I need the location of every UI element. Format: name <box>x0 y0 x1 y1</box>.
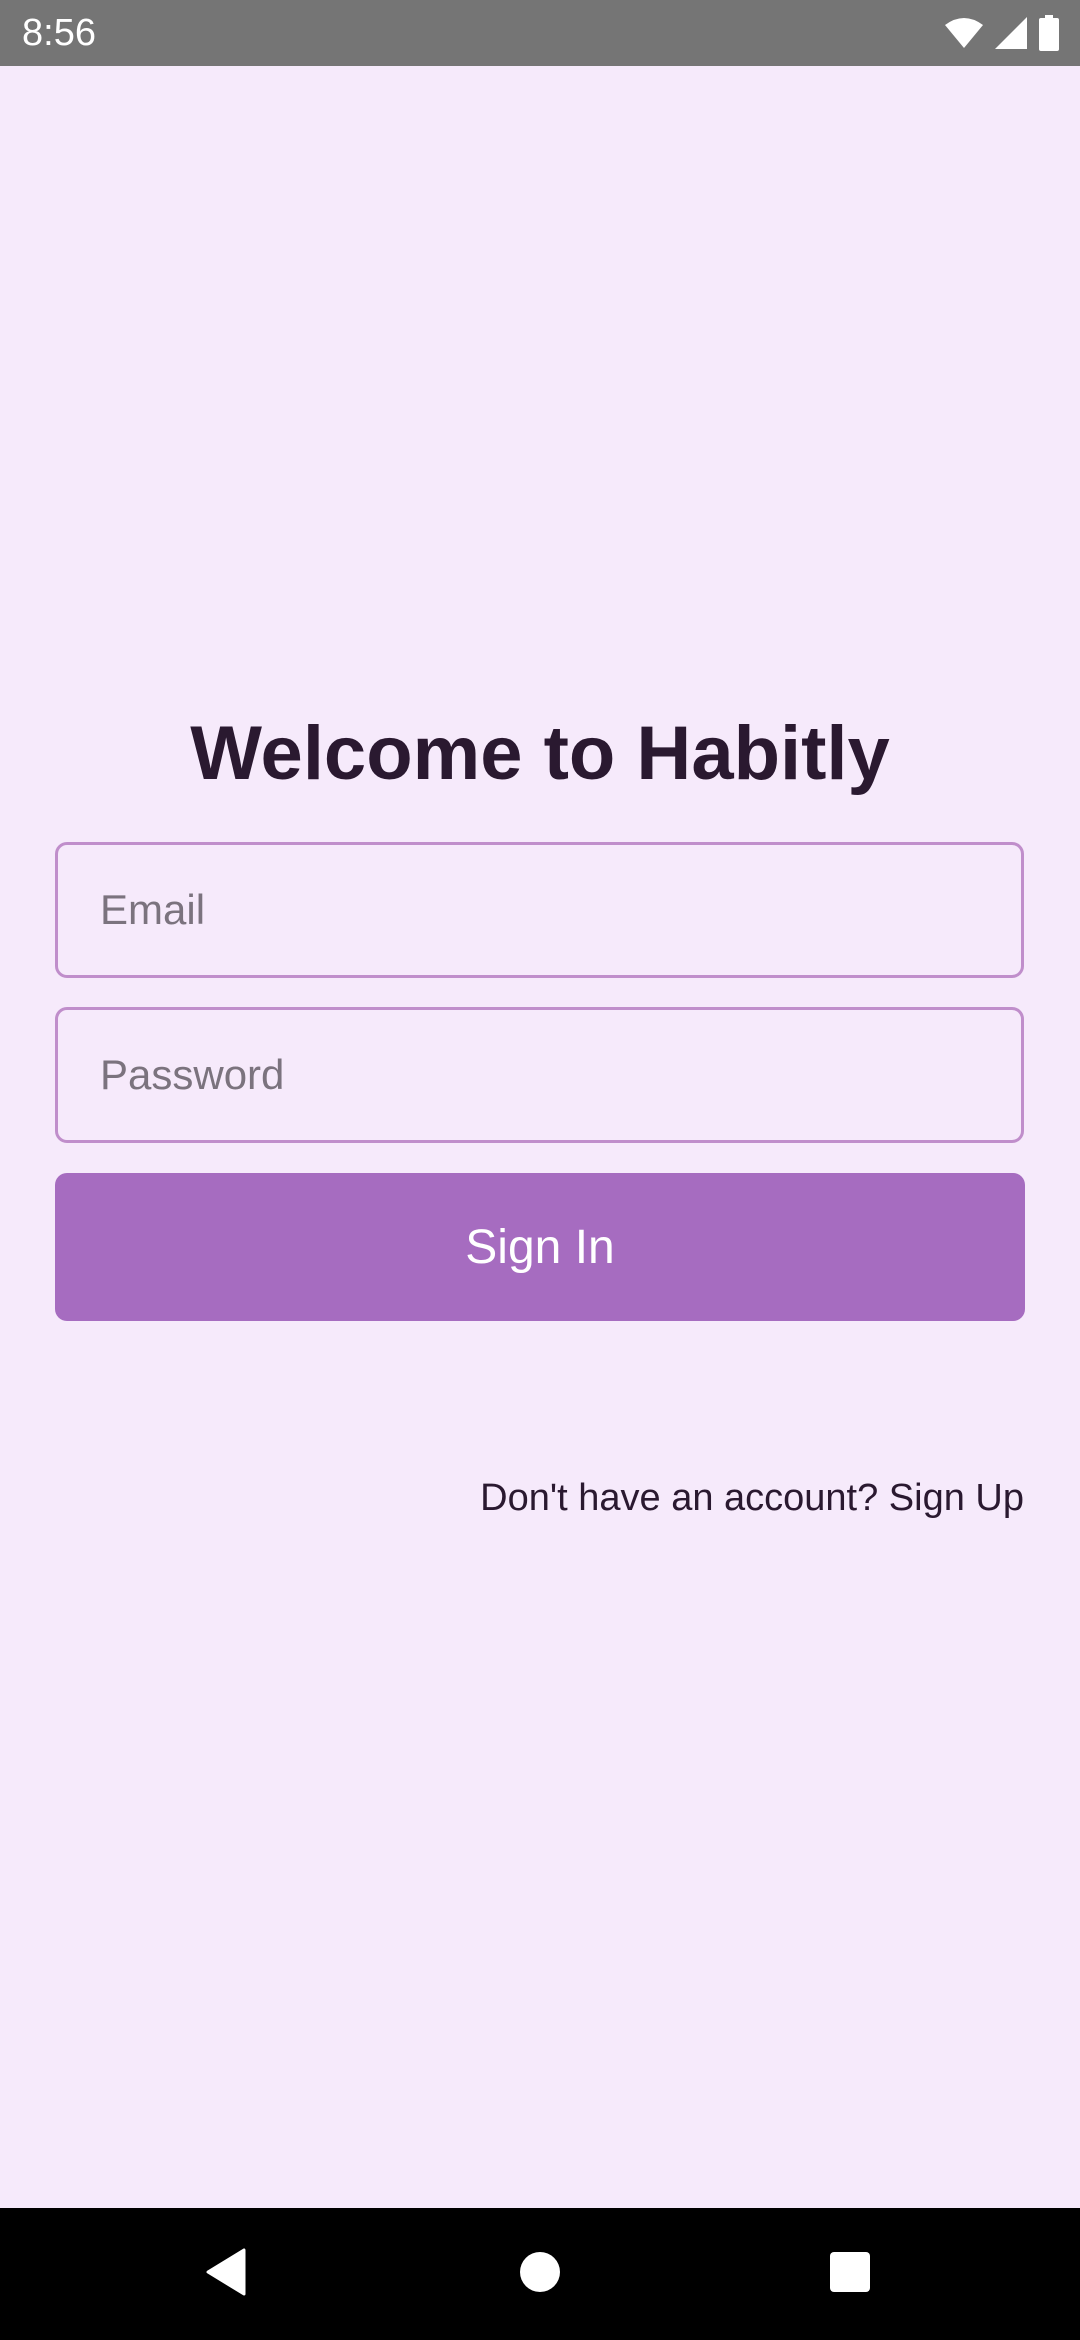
recents-button[interactable] <box>784 2208 916 2340</box>
sign-up-link[interactable]: Don't have an account? Sign Up <box>480 1471 1024 1525</box>
status-icons <box>944 14 1060 52</box>
back-button[interactable] <box>160 2208 292 2340</box>
email-field[interactable] <box>55 842 1024 978</box>
recents-icon <box>829 2251 871 2298</box>
status-time: 8:56 <box>22 12 96 54</box>
status-bar: 8:56 <box>0 0 1080 66</box>
back-icon <box>204 2248 248 2301</box>
sign-in-button[interactable]: Sign In <box>55 1173 1025 1321</box>
home-button[interactable] <box>474 2208 606 2340</box>
navigation-bar <box>0 2208 1080 2340</box>
wifi-icon <box>944 17 984 49</box>
page-title: Welcome to Habitly <box>190 711 890 796</box>
battery-icon <box>1038 15 1060 51</box>
home-icon <box>518 2250 562 2299</box>
cell-signal-icon <box>994 16 1028 50</box>
password-field[interactable] <box>55 1007 1024 1143</box>
